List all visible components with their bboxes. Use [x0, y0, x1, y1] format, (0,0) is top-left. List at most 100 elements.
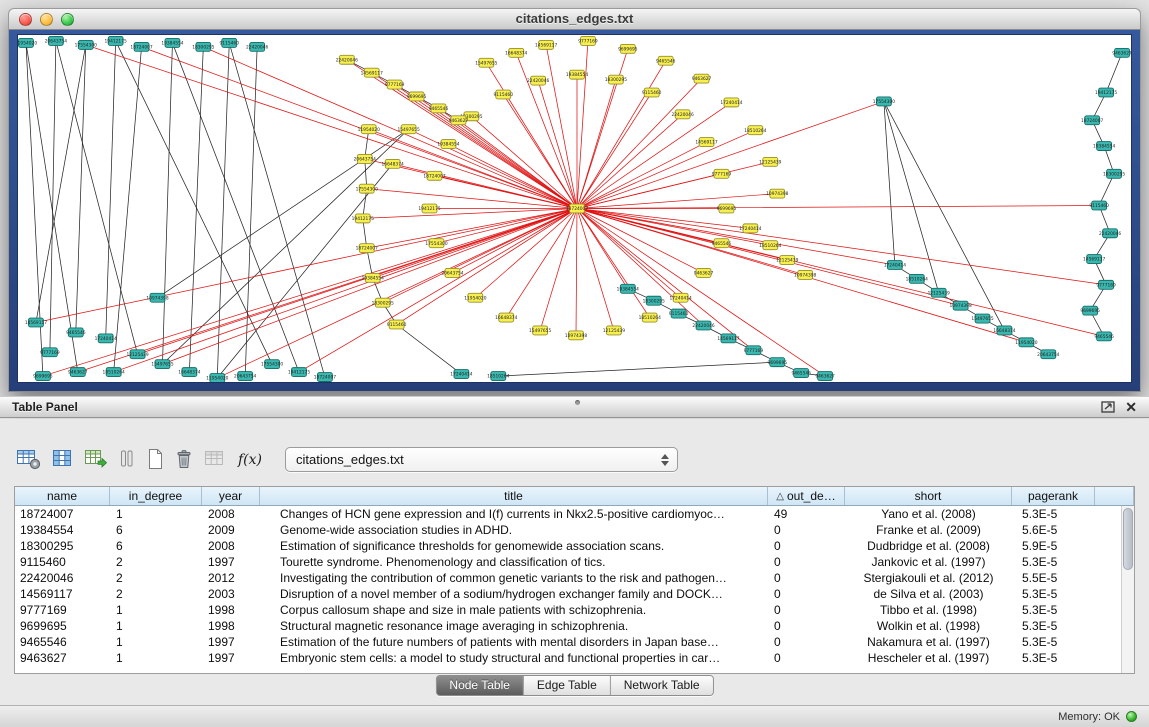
graph-node[interactable]: 18724007	[423, 171, 445, 180]
float-panel-icon[interactable]	[1101, 401, 1115, 413]
table-row[interactable]: 1872400712008Changes of HCN gene express…	[15, 506, 1134, 522]
column-header-year[interactable]: year	[202, 487, 260, 505]
graph-node[interactable]: 9777169	[744, 346, 764, 355]
function-builder-icon[interactable]: f(x)	[236, 448, 263, 470]
graph-node[interactable]: 18724007	[314, 373, 336, 382]
close-window-button[interactable]	[19, 13, 32, 26]
graph-node[interactable]: 9465546	[429, 104, 449, 113]
graph-node[interactable]: 14569117	[535, 40, 557, 49]
graph-node[interactable]: 9777169	[385, 80, 405, 89]
graph-node[interactable]: 17554300	[75, 40, 97, 49]
graph-node[interactable]: 12125439	[126, 350, 148, 359]
graph-node[interactable]: 9115460	[494, 90, 514, 99]
column-header-in_degree[interactable]: in_degree	[110, 487, 202, 505]
graph-node[interactable]: 18510264	[744, 126, 766, 135]
graph-node[interactable]: 9465546	[656, 56, 676, 65]
graph-node[interactable]: 12125439	[603, 326, 625, 335]
graph-node[interactable]: 9699695	[717, 204, 737, 213]
tab-edge-table[interactable]: Edge Table	[523, 676, 610, 695]
minimize-window-button[interactable]	[40, 13, 53, 26]
graph-node[interactable]: 9115460	[1089, 201, 1109, 210]
graph-node[interactable]: 17554300	[425, 239, 447, 248]
graph-node[interactable]: 9777169	[40, 348, 60, 357]
graph-node[interactable]: 20643754	[441, 268, 463, 277]
graph-node[interactable]: 22420046	[1099, 229, 1121, 238]
column-header-short[interactable]: short	[845, 487, 1012, 505]
citation-network-graph[interactable]: 1872400719384554183002959115460224200461…	[18, 35, 1131, 382]
network-canvas[interactable]: 1872400719384554183002959115460224200461…	[17, 34, 1132, 383]
graph-node[interactable]: 12125439	[928, 288, 950, 297]
import-table-icon[interactable]	[84, 448, 108, 470]
graph-node[interactable]: 9699695	[407, 92, 427, 101]
create-table-icon[interactable]	[146, 448, 164, 470]
graph-node[interactable]: 9465546	[66, 328, 86, 337]
graph-node[interactable]: 9115460	[642, 88, 662, 97]
scrollbar-thumb[interactable]	[1123, 508, 1133, 570]
graph-node[interactable]: 12125439	[759, 157, 781, 166]
graph-node[interactable]: 18300295	[1103, 169, 1125, 178]
graph-node[interactable]: 14569117	[1083, 255, 1105, 264]
table-row[interactable]: 2242004622012Investigating the contribut…	[15, 570, 1134, 586]
graph-node[interactable]: 16648374	[382, 159, 404, 168]
graph-node[interactable]: 17554300	[261, 360, 283, 369]
table-row[interactable]: 977716911998Corpus callosum shape and si…	[15, 602, 1134, 618]
table-row[interactable]: 969969511998Structural magnetic resonanc…	[15, 618, 1134, 634]
graph-node[interactable]: 11954020	[18, 38, 37, 47]
table-row[interactable]: 1938455462009Genome-wide association stu…	[15, 522, 1134, 538]
graph-node[interactable]: 17240414	[720, 98, 742, 107]
table-row[interactable]: 946362711997Embryonic stem cells: a mode…	[15, 650, 1134, 666]
table-selector[interactable]: citations_edges.txt	[285, 447, 678, 472]
graph-node[interactable]: 18300295	[643, 296, 665, 305]
graph-node[interactable]: 18724007	[130, 42, 152, 51]
graph-node[interactable]: 18510264	[487, 372, 509, 381]
column-header-pagerank[interactable]: pagerank	[1012, 487, 1095, 505]
column-header-name[interactable]: name	[15, 487, 110, 505]
tab-node-table[interactable]: Node Table	[436, 676, 523, 695]
graph-node[interactable]: 18510264	[906, 274, 928, 283]
table-scrollbar[interactable]	[1121, 506, 1134, 673]
graph-node[interactable]: 22420046	[692, 321, 714, 330]
graph-node[interactable]: 20643754	[1037, 350, 1059, 359]
table-row[interactable]: 1830029562008Estimation of significance …	[15, 538, 1134, 554]
graph-node[interactable]: 9465546	[1094, 332, 1114, 341]
show-columns-icon[interactable]	[52, 448, 73, 470]
graph-node[interactable]: 10974398	[949, 301, 971, 310]
graph-node[interactable]: 11954020	[206, 374, 228, 382]
graph-node[interactable]: 18724007	[356, 244, 378, 253]
graph-node[interactable]: 9463627	[694, 268, 714, 277]
graph-node[interactable]: 18300295	[372, 298, 394, 307]
graph-node[interactable]: 14569117	[717, 334, 739, 343]
graph-node[interactable]: 19412175	[418, 204, 440, 213]
graph-node[interactable]: 16648374	[178, 368, 200, 377]
graph-node[interactable]: 9463627	[1112, 48, 1131, 57]
table-row[interactable]: 911546021997Tourette syndrome. Phenomeno…	[15, 554, 1134, 570]
graph-node[interactable]: 9699695	[618, 44, 638, 53]
graph-node[interactable]: 12125439	[776, 256, 798, 265]
graph-node[interactable]: 9115460	[220, 38, 240, 47]
graph-node[interactable]: 22420046	[246, 42, 268, 51]
graph-node[interactable]: 14569117	[361, 68, 383, 77]
tab-network-table[interactable]: Network Table	[610, 676, 713, 695]
graph-node[interactable]: 19384554	[161, 38, 183, 47]
graph-node[interactable]: 22420046	[671, 110, 693, 119]
graph-node[interactable]: 19384554	[566, 70, 588, 79]
graph-node[interactable]: 19384554	[617, 284, 639, 293]
close-panel-icon[interactable]: ✕	[1125, 400, 1137, 414]
graph-node[interactable]: 19384554	[437, 140, 459, 149]
table-row[interactable]: 946554611997Estimation of the future num…	[15, 634, 1134, 650]
graph-node[interactable]: 9465546	[712, 239, 732, 248]
graph-node[interactable]: 10974398	[766, 189, 788, 198]
graph-node[interactable]: 9777169	[712, 169, 732, 178]
graph-node[interactable]: 18510264	[639, 313, 661, 322]
graph-node[interactable]: 16648374	[495, 313, 517, 322]
memory-ok-indicator[interactable]	[1126, 711, 1137, 722]
graph-node[interactable]: 9463627	[692, 74, 712, 83]
graph-node[interactable]: 16648374	[505, 48, 527, 57]
graph-node[interactable]: 15497655	[529, 326, 551, 335]
graph-node[interactable]: 17240414	[95, 334, 117, 343]
graph-node[interactable]: 9463627	[449, 116, 469, 125]
graph-node[interactable]: 18510264	[759, 241, 781, 250]
graph-node[interactable]: 9777169	[578, 36, 598, 45]
graph-node[interactable]: 9463627	[815, 372, 835, 381]
zoom-window-button[interactable]	[61, 13, 74, 26]
